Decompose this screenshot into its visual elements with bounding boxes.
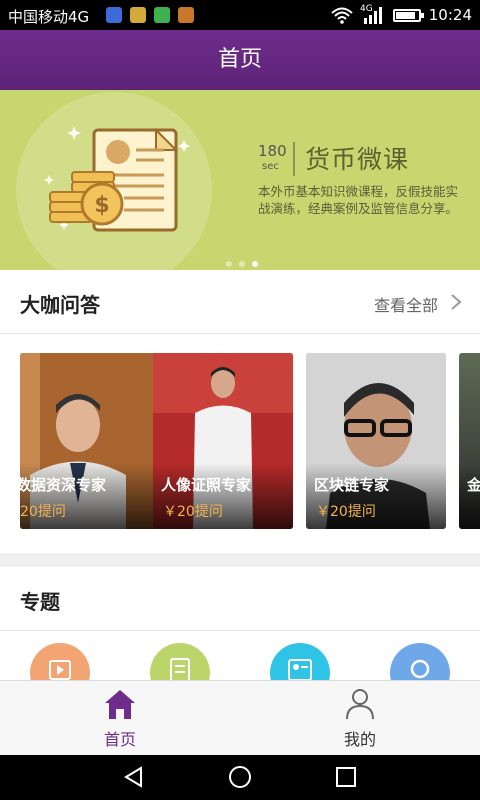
- expert-card[interactable]: 区块链专家 ￥20提问: [306, 353, 446, 529]
- tab-mine-label: 我的: [343, 730, 376, 749]
- expert-price: ￥20提问: [163, 504, 223, 520]
- expert-name: 区块链专家: [314, 476, 390, 494]
- banner-title: 货币微课: [305, 145, 410, 174]
- expert-name: 数据资深专家: [20, 476, 107, 494]
- battery-icon: [393, 9, 424, 22]
- qa-section-header: 大咖问答 查看全部: [0, 270, 480, 334]
- money-document-illustration: $: [44, 126, 190, 232]
- expert-name: 金: [467, 476, 480, 494]
- carousel-dot: [239, 261, 245, 267]
- chevron-right-icon[interactable]: [450, 293, 462, 311]
- bottom-tab-bar: 首页 我的: [0, 680, 480, 755]
- duration-value: 180: [258, 142, 287, 160]
- banner-divider: [293, 142, 295, 176]
- tab-mine[interactable]: 我的: [240, 681, 480, 756]
- carousel-dot: [226, 261, 232, 267]
- tab-home[interactable]: 首页: [0, 681, 240, 756]
- expert-name: 人像证照专家: [161, 476, 252, 494]
- back-icon[interactable]: [122, 765, 146, 789]
- qa-section-title: 大咖问答: [20, 293, 100, 317]
- svg-text:$: $: [94, 193, 109, 218]
- section-gap: [0, 553, 480, 567]
- expert-card[interactable]: 数据资深专家 20提问: [20, 353, 160, 529]
- home-button-icon[interactable]: [228, 765, 252, 789]
- shield-notification-icon: [106, 7, 122, 23]
- app-notification-icon: [178, 7, 194, 23]
- video-icon[interactable]: [30, 643, 90, 680]
- document-icon[interactable]: [150, 643, 210, 680]
- page-header: 首页: [0, 30, 480, 90]
- banner-description: 本外币基本知识微课程，反假技能实战演练，经典案例及监管信息分享。: [258, 184, 459, 216]
- carousel-dot-active: [252, 261, 258, 267]
- topic-grid: [0, 631, 480, 680]
- topics-section-title: 专题: [20, 590, 60, 614]
- signal-icon: [364, 7, 382, 24]
- carousel-indicator: [226, 252, 265, 270]
- page-title: 首页: [217, 47, 262, 72]
- user-icon: [346, 689, 374, 720]
- chat-notification-icon: [154, 7, 170, 23]
- expert-price: 20提问: [20, 504, 66, 520]
- view-all-link[interactable]: 查看全部: [374, 292, 438, 316]
- expert-card[interactable]: 人像证照专家 ￥20提问: [153, 353, 293, 529]
- clock: 10:24: [428, 6, 472, 24]
- expert-card[interactable]: 金: [459, 353, 480, 529]
- expert-price: ￥20提问: [316, 504, 376, 520]
- promo-banner[interactable]: $ 180 sec 货币微课 本外币基本知识微课程，反假技能实战演练，经典案例及…: [0, 90, 480, 270]
- status-bar: 中国移动4G 4G 10:24: [0, 0, 480, 30]
- topics-section-header: 专题: [0, 567, 480, 631]
- system-nav-bar: [0, 755, 480, 800]
- tab-home-label: 首页: [103, 730, 136, 749]
- id-card-icon[interactable]: [270, 643, 330, 680]
- bag-notification-icon: [130, 7, 146, 23]
- home-icon: [105, 690, 135, 719]
- duration-unit: sec: [262, 161, 279, 172]
- recent-apps-icon[interactable]: [334, 765, 358, 789]
- wifi-icon: [331, 7, 353, 24]
- search-icon[interactable]: [390, 643, 450, 680]
- expert-carousel[interactable]: 数据资深专家 20提问 人像证照专家 ￥20提问 区块链专家 ￥20提问 金: [0, 335, 480, 553]
- card-overlay: [459, 463, 480, 529]
- carrier-label: 中国移动4G: [8, 8, 90, 26]
